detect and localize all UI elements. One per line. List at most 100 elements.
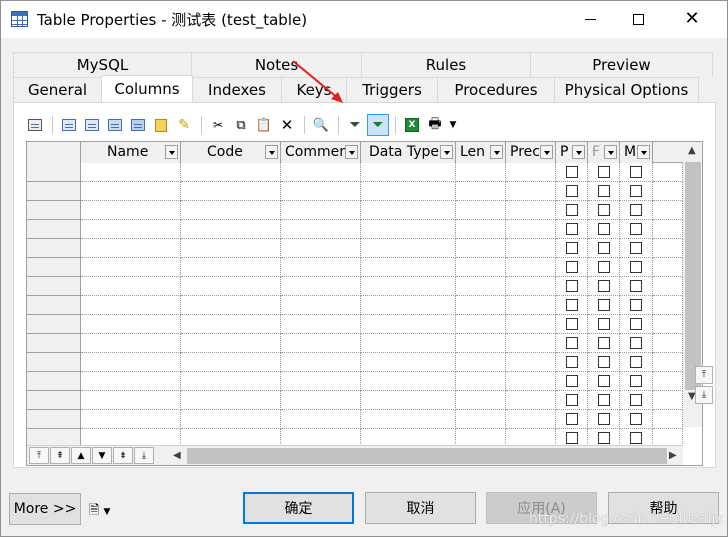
grid-cell[interactable] [456,353,506,372]
row-header[interactable] [27,239,81,258]
row-header[interactable] [27,334,81,353]
column-header-code[interactable]: Code [181,142,281,163]
scroll-bottom-icon[interactable]: ⤓ [695,386,713,404]
grid-cell[interactable] [506,391,556,410]
grid-cell[interactable] [281,239,361,258]
foreign-checkbox[interactable] [598,337,610,349]
grid-cell[interactable] [81,334,181,353]
paste-attributes-icon[interactable] [150,114,172,136]
chevron-down-icon[interactable] [440,145,453,159]
grid-cell[interactable] [506,296,556,315]
move-top-icon[interactable]: ⤒ [29,447,49,464]
grid-cell[interactable] [281,353,361,372]
foreign-checkbox[interactable] [598,204,610,216]
grid-cell[interactable] [81,353,181,372]
chevron-down-icon[interactable] [265,145,278,159]
tab-procedures[interactable]: Procedures [437,77,555,102]
mandatory-checkbox[interactable] [630,242,642,254]
mandatory-checkbox[interactable] [630,261,642,273]
grid-cell[interactable] [653,315,683,334]
grid-cell[interactable] [181,296,281,315]
copy-icon[interactable]: ⧉ [230,114,252,136]
row-header[interactable] [27,220,81,239]
grid-cell[interactable] [281,391,361,410]
add-row-icon[interactable] [81,114,103,136]
mandatory-checkbox[interactable] [630,318,642,330]
grid-cell[interactable] [181,201,281,220]
filter-columns-icon[interactable]: ⏷ [367,114,389,136]
grid-cell[interactable] [181,334,281,353]
column-header-foreign[interactable]: F [588,142,620,163]
tab-triggers[interactable]: Triggers [346,77,438,102]
move-down-icon[interactable]: ▼ [92,447,112,464]
primary-checkbox[interactable] [566,223,578,235]
grid-cell[interactable] [181,239,281,258]
grid-cell[interactable] [281,182,361,201]
mandatory-checkbox[interactable] [630,375,642,387]
grid-cell[interactable] [361,315,456,334]
grid-cell[interactable] [81,315,181,334]
grid-cell[interactable] [456,258,506,277]
grid-cell[interactable] [281,334,361,353]
grid-cell[interactable] [653,391,683,410]
grid-cell[interactable] [281,296,361,315]
grid-cell[interactable] [281,163,361,182]
mandatory-checkbox[interactable] [630,223,642,235]
row-header[interactable] [27,410,81,429]
grid-cell[interactable] [506,182,556,201]
foreign-checkbox[interactable] [598,185,610,197]
mandatory-checkbox[interactable] [630,166,642,178]
row-header[interactable] [27,372,81,391]
grid-cell[interactable] [181,410,281,429]
grid-cell[interactable] [361,391,456,410]
primary-checkbox[interactable] [566,242,578,254]
grid-cell[interactable] [653,353,683,372]
primary-checkbox[interactable] [566,432,578,444]
close-button[interactable]: ✕ [669,1,715,37]
chevron-down-icon[interactable] [490,145,503,159]
find-icon[interactable]: 🔍 [310,114,332,136]
scroll-top-icon[interactable]: ⤒ [695,366,713,384]
grid-cell[interactable] [456,277,506,296]
grid-cell[interactable] [361,296,456,315]
grid-cell[interactable] [456,391,506,410]
grid-cell[interactable] [81,220,181,239]
mandatory-checkbox[interactable] [630,185,642,197]
print-icon[interactable]: 🖶 [424,114,446,136]
chevron-down-icon[interactable] [572,145,585,159]
grid-cell[interactable] [506,277,556,296]
foreign-checkbox[interactable] [598,223,610,235]
column-header-length[interactable]: Len [456,142,506,163]
row-header[interactable] [27,201,81,220]
grid-cell[interactable] [506,239,556,258]
grid-cell[interactable] [361,239,456,258]
customize-columns-icon[interactable]: ✎ [173,114,195,136]
tab-columns[interactable]: Columns [101,75,193,102]
mandatory-checkbox[interactable] [630,337,642,349]
grid-cell[interactable] [361,277,456,296]
foreign-checkbox[interactable] [598,318,610,330]
row-header[interactable] [27,296,81,315]
column-header-data-type[interactable]: Data Type [361,142,456,163]
grid-cell[interactable] [361,410,456,429]
delete-icon[interactable]: ✕ [276,114,298,136]
foreign-checkbox[interactable] [598,280,610,292]
foreign-checkbox[interactable] [598,432,610,444]
grid-cell[interactable] [653,277,683,296]
cancel-button[interactable]: 取消 [365,492,476,524]
scroll-right-icon[interactable]: ▶ [669,450,677,461]
move-bottom-icon[interactable]: ⤓ [134,447,154,464]
move-page-down-icon[interactable]: ⇟ [113,447,133,464]
row-header[interactable] [27,353,81,372]
column-header-comment[interactable]: Comment [281,142,361,163]
grid-cell[interactable] [281,201,361,220]
foreign-checkbox[interactable] [598,166,610,178]
grid-cell[interactable] [506,315,556,334]
grid-cell[interactable] [361,334,456,353]
insert-row-icon[interactable] [58,114,80,136]
grid-cell[interactable] [653,372,683,391]
paste-icon[interactable]: 📋 [253,114,275,136]
row-header[interactable] [27,391,81,410]
grid-cell[interactable] [81,277,181,296]
grid-cell[interactable] [81,182,181,201]
